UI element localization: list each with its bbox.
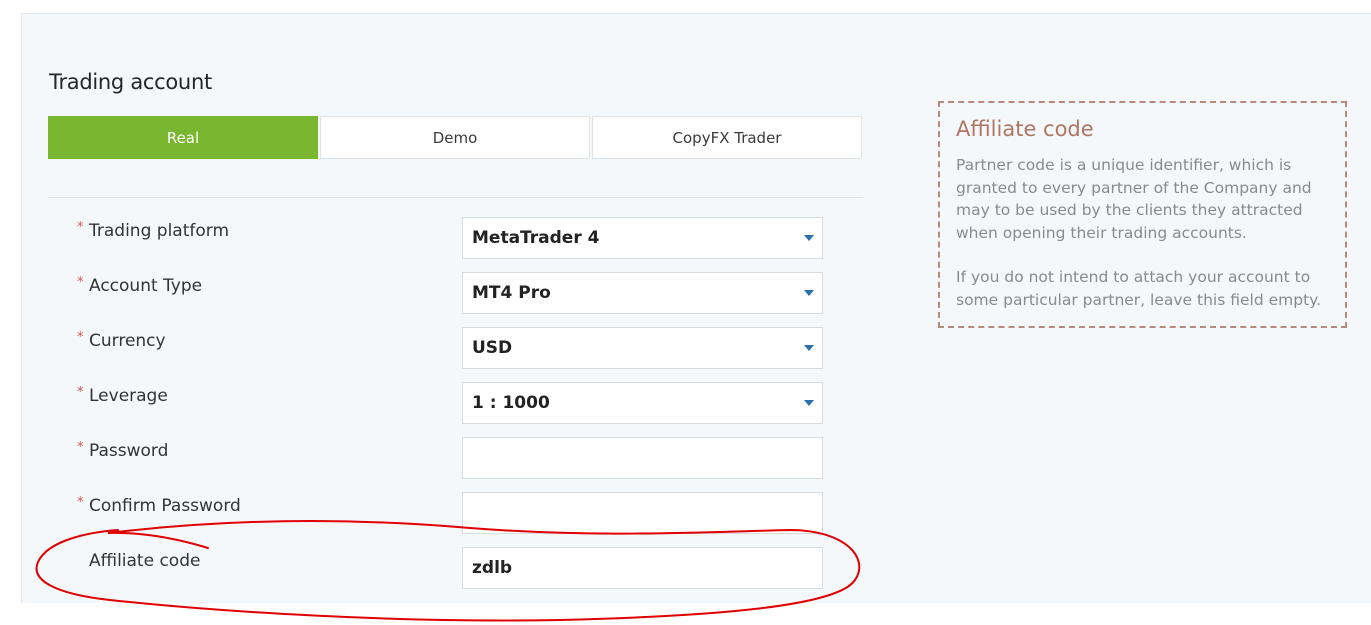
- currency-select[interactable]: USD: [462, 327, 823, 369]
- affiliate-code-help-box: Affiliate code Partner code is a unique …: [938, 101, 1347, 328]
- form-row-confirm-password: * Confirm Password: [0, 492, 900, 534]
- required-marker: *: [77, 385, 84, 400]
- form-row-currency: * Currency USD: [0, 327, 900, 369]
- required-marker: *: [77, 440, 84, 455]
- form-row-trading-platform: * Trading platform MetaTrader 4: [0, 217, 900, 259]
- help-box-paragraph: Partner code is a unique identifier, whi…: [956, 156, 1312, 242]
- chevron-down-icon: [804, 400, 814, 406]
- field-label-leverage: Leverage: [89, 386, 168, 406]
- field-label-currency: Currency: [89, 331, 166, 351]
- required-marker: *: [77, 495, 84, 510]
- field-label-password: Password: [89, 441, 169, 461]
- leverage-value: 1 : 1000: [472, 393, 550, 413]
- account-type-select[interactable]: MT4 Pro: [462, 272, 823, 314]
- form-row-affiliate-code: Affiliate code: [0, 547, 900, 589]
- trading-platform-value: MetaTrader 4: [472, 228, 600, 248]
- currency-value: USD: [472, 338, 513, 358]
- form-row-account-type: * Account Type MT4 Pro: [0, 272, 900, 314]
- form-row-leverage: * Leverage 1 : 1000: [0, 382, 900, 424]
- chevron-down-icon: [804, 235, 814, 241]
- chevron-down-icon: [804, 345, 814, 351]
- confirm-password-field[interactable]: [462, 492, 823, 534]
- field-label-confirm-password: Confirm Password: [89, 496, 241, 516]
- account-type-value: MT4 Pro: [472, 283, 551, 303]
- affiliate-code-field[interactable]: [462, 547, 823, 589]
- required-marker: *: [77, 275, 84, 290]
- field-label-account-type: Account Type: [89, 276, 203, 296]
- required-marker: *: [77, 220, 84, 235]
- form-row-password: * Password: [0, 437, 900, 479]
- confirm-password-input[interactable]: [472, 503, 822, 523]
- divider: [48, 197, 863, 198]
- tab-demo[interactable]: Demo: [320, 116, 590, 159]
- password-field[interactable]: [462, 437, 823, 479]
- password-input[interactable]: [472, 448, 822, 468]
- required-marker: *: [77, 330, 84, 345]
- tab-copyfx-trader[interactable]: CopyFX Trader: [592, 116, 862, 159]
- tab-real[interactable]: Real: [48, 116, 318, 159]
- help-box-title: Affiliate code: [956, 117, 1094, 141]
- help-box-paragraph: If you do not intend to attach your acco…: [956, 268, 1322, 309]
- trading-platform-select[interactable]: MetaTrader 4: [462, 217, 823, 259]
- affiliate-code-input[interactable]: [472, 558, 822, 578]
- field-label-trading-platform: Trading platform: [89, 221, 230, 241]
- field-label-affiliate-code: Affiliate code: [89, 551, 201, 571]
- chevron-down-icon: [804, 290, 814, 296]
- leverage-select[interactable]: 1 : 1000: [462, 382, 823, 424]
- page-title: Trading account: [49, 70, 212, 94]
